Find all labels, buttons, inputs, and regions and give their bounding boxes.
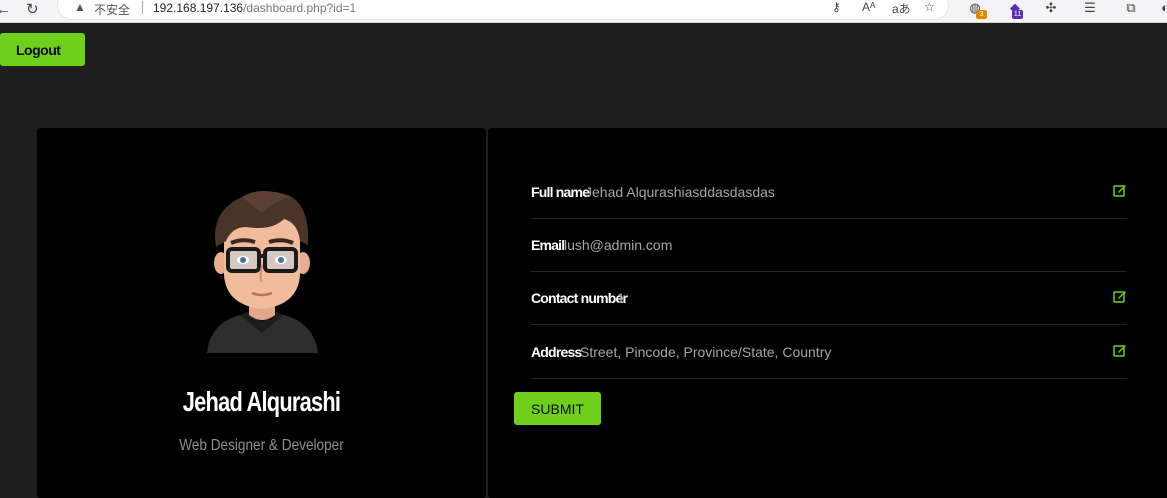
field-row-email: Email lush@admin.com [531,219,1127,272]
field-value: 1 [617,290,625,306]
url-host: 192.168.197.136 [153,1,244,15]
browser-toolbar: ← ↻ ▲ 不安全 192.168.197.136/dashboard.php?… [0,0,1167,23]
field-value: lush@admin.com [564,237,673,253]
field-label: Address [531,344,582,360]
collections-icon[interactable]: ⧉ [1123,0,1139,16]
field-label: Full name [531,184,590,200]
details-card: Full name Jehad Alqurashiasddasdasdas Em… [488,128,1167,498]
key-icon[interactable]: ⚷ [832,0,841,14]
edit-icon[interactable] [1113,343,1127,357]
field-value: Street, Pincode, Province/State, Country [580,344,832,360]
url-text[interactable]: 192.168.197.136/dashboard.php?id=1 [153,1,356,15]
extension-badge: 11 [1012,10,1023,19]
submit-button[interactable]: SUBMIT [514,392,601,425]
logout-button[interactable]: Logout [0,33,85,66]
favorite-add-icon[interactable]: ☆ [924,0,935,14]
address-separator [142,1,143,14]
field-row-contact-number: Contact number 1 [531,272,1127,325]
reload-icon[interactable]: ↻ [26,0,39,18]
profile-role: Web Designer & Developer [179,437,344,454]
warning-icon[interactable]: ▲ [74,0,86,14]
field-value: Jehad Alqurashiasddasdasdas [585,184,775,200]
edit-icon[interactable] [1113,289,1127,303]
favorites-icon[interactable]: ☰ [1082,0,1098,16]
edit-icon[interactable] [1113,183,1127,197]
back-arrow-icon[interactable]: ← [0,1,11,18]
profile-card: Jehad Alqurashi Web Designer & Developer [37,128,486,498]
avatar [207,191,318,353]
translate-icon[interactable]: aあ [892,0,911,17]
field-row-address: Address Street, Pincode, Province/State,… [531,326,1127,379]
read-aloud-icon[interactable]: Aᴬ [862,0,875,14]
extensions-puzzle-icon[interactable]: ✣ [1043,0,1059,16]
field-label: Contact number [531,290,628,306]
security-label[interactable]: 不安全 [94,1,130,18]
field-row-full-name: Full name Jehad Alqurashiasddasdasdas [531,166,1127,219]
extension-badge: 3 [976,10,987,19]
profile-name: Jehad Alqurashi [182,386,341,417]
profile-icon[interactable]: ◐ [1157,0,1167,16]
field-label: Email [531,237,565,253]
url-path: /dashboard.php?id=1 [243,1,357,15]
